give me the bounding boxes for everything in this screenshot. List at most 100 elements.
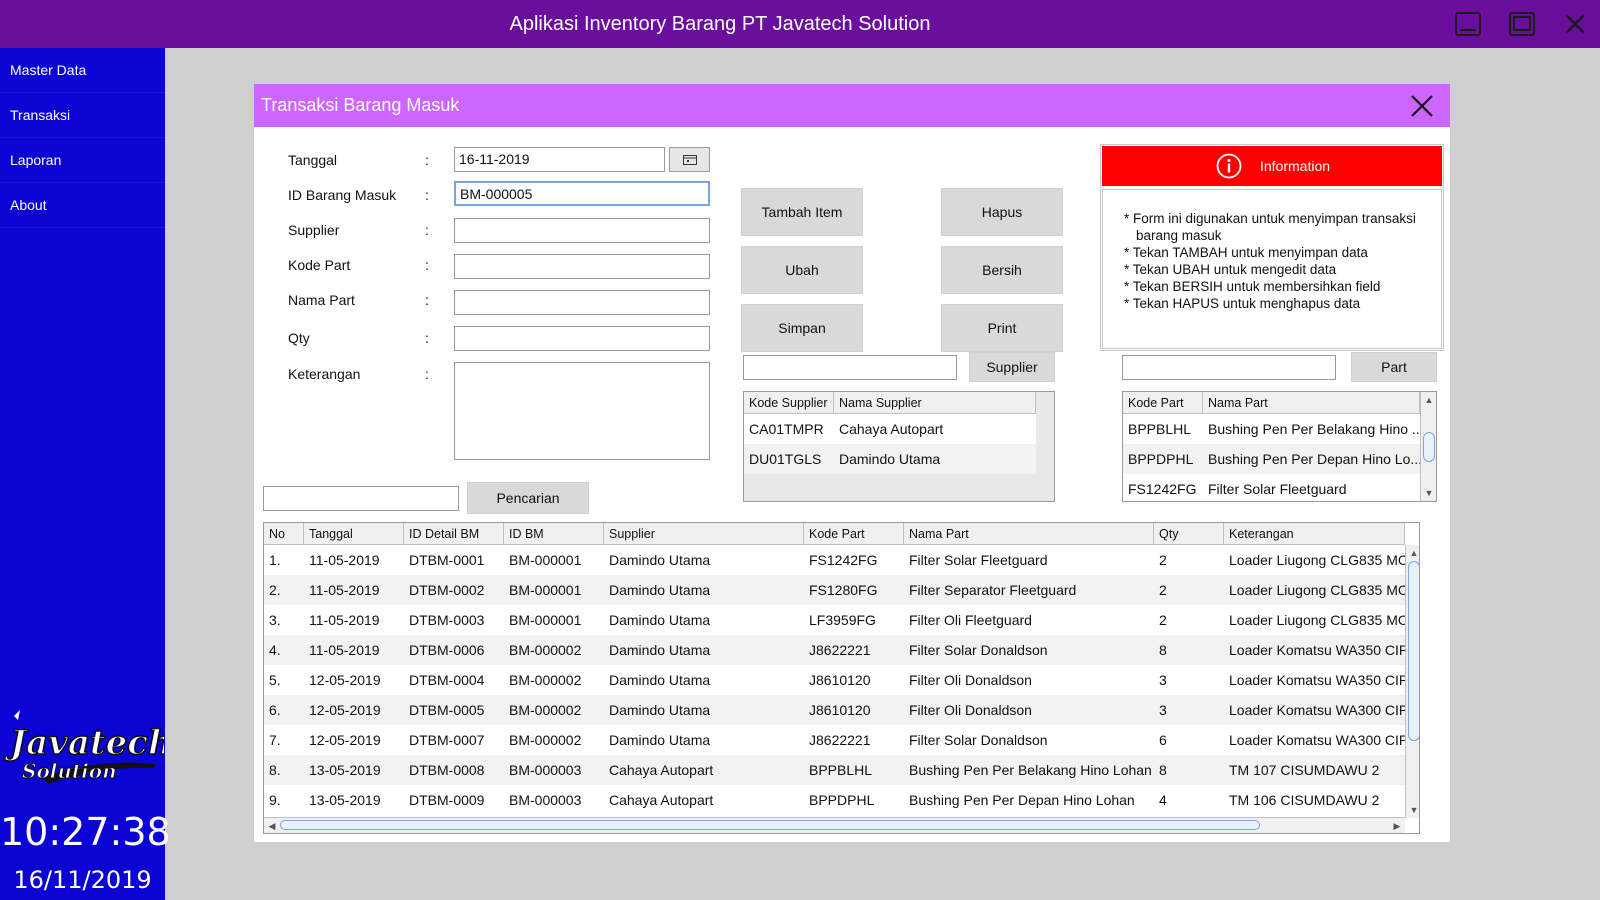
- table-row[interactable]: 3. 11-05-2019 DTBM-0003 BM-000001 Damindo Ut…: [264, 605, 1405, 635]
- table-row[interactable]: FS1242FG Filter Solar Fleetguard: [1123, 474, 1420, 501]
- supplier-field[interactable]: [454, 218, 710, 243]
- supplier-lookup-button[interactable]: Supplier: [969, 352, 1055, 382]
- information-panel: Information * Form ini digunakan untuk m…: [1100, 144, 1444, 351]
- table-cell: J8610120: [809, 672, 871, 688]
- sidebar-item-about[interactable]: About: [0, 183, 165, 228]
- table-cell: BPPBLHL: [809, 762, 873, 778]
- table-cell: Loader Komatsu WA300 CIPANA: [1229, 702, 1405, 718]
- supplier-search-input[interactable]: [743, 355, 957, 380]
- table-row[interactable]: 7. 12-05-2019 DTBM-0007 BM-000002 Damindo Ut…: [264, 725, 1405, 755]
- nama-part-field[interactable]: [454, 290, 710, 315]
- close-icon[interactable]: [1560, 9, 1590, 39]
- table-cell: DTBM-0008: [409, 762, 485, 778]
- table-cell: Bushing Pen Per Depan Hino Lohan: [909, 792, 1135, 808]
- hapus-button[interactable]: Hapus: [941, 188, 1063, 236]
- table-row[interactable]: 9. 13-05-2019 DTBM-0009 BM-000003 Cahaya Aut…: [264, 785, 1405, 815]
- scroll-down-icon[interactable]: ▼: [1406, 802, 1419, 818]
- table-cell: 11-05-2019: [309, 552, 380, 568]
- column-header[interactable]: Nama Part: [1203, 392, 1420, 413]
- table-cell: BM-000003: [509, 762, 582, 778]
- tanggal-field[interactable]: 16-11-2019: [454, 147, 665, 172]
- table-cell: 4.: [269, 642, 281, 658]
- info-line: * Form ini digunakan untuk menyimpan tra…: [1124, 211, 1416, 243]
- table-row[interactable]: 2. 11-05-2019 DTBM-0002 BM-000001 Damindo Ut…: [264, 575, 1405, 605]
- ubah-button[interactable]: Ubah: [741, 246, 863, 294]
- table-cell: Filter Solar Donaldson: [909, 642, 1048, 658]
- scroll-up-icon[interactable]: ▲: [1421, 392, 1436, 408]
- tambah-item-button[interactable]: Tambah Item: [741, 188, 863, 236]
- simpan-button[interactable]: Simpan: [741, 304, 863, 352]
- column-header[interactable]: Supplier: [604, 523, 804, 544]
- scroll-right-icon[interactable]: ▶: [1389, 818, 1405, 833]
- table-cell: Loader Komatsu WA350 CIPANA: [1229, 642, 1405, 658]
- column-header[interactable]: Nama Supplier: [834, 392, 1036, 413]
- keterangan-label: Keterangan: [288, 366, 361, 382]
- kode-part-field[interactable]: [454, 254, 710, 279]
- scrollbar-thumb[interactable]: [1423, 432, 1435, 462]
- column-header[interactable]: Kode Supplier: [744, 392, 834, 413]
- column-header[interactable]: ID BM: [504, 523, 604, 544]
- table-cell: 2: [1159, 612, 1167, 628]
- part-lookup-button[interactable]: Part: [1351, 352, 1437, 382]
- print-button[interactable]: Print: [941, 304, 1063, 352]
- table-row[interactable]: 4. 11-05-2019 DTBM-0006 BM-000002 Damindo Ut…: [264, 635, 1405, 665]
- maximize-icon[interactable]: [1507, 9, 1537, 39]
- table-cell: 12-05-2019: [309, 732, 381, 748]
- table-cell: Filter Solar Donaldson: [909, 732, 1048, 748]
- sidebar-item-laporan[interactable]: Laporan: [0, 138, 165, 183]
- id-colon: :: [425, 187, 429, 203]
- column-header[interactable]: No: [264, 523, 304, 544]
- information-body: * Form ini digunakan untuk menyimpan tra…: [1102, 189, 1442, 349]
- supplier-label: Supplier: [288, 222, 340, 238]
- table-cell: Loader Liugong CLG835 MCC2B: [1229, 552, 1405, 568]
- table-cell: 5.: [269, 672, 281, 688]
- main-table-hscrollbar[interactable]: ◀ ▶: [264, 817, 1405, 833]
- column-header[interactable]: Nama Part: [904, 523, 1154, 544]
- table-cell: Filter Oli Donaldson: [909, 702, 1032, 718]
- info-line: * Tekan HAPUS untuk menghapus data: [1124, 296, 1361, 311]
- table-cell: J8622221: [809, 642, 871, 658]
- table-cell: 4: [1159, 792, 1167, 808]
- dialog-close-icon[interactable]: [1408, 92, 1436, 120]
- table-cell: TM 106 CISUMDAWU 2: [1229, 792, 1380, 808]
- scrollbar-thumb[interactable]: [1408, 561, 1419, 741]
- scroll-left-icon[interactable]: ◀: [264, 818, 280, 833]
- part-table: Kode Part Nama Part BPPBLHL Bushing Pen …: [1122, 391, 1437, 502]
- table-cell: BM-000002: [509, 702, 582, 718]
- column-header[interactable]: Kode Part: [1123, 392, 1203, 413]
- main-table-vscrollbar[interactable]: ▲ ▼: [1405, 545, 1419, 818]
- table-row[interactable]: 8. 13-05-2019 DTBM-0008 BM-000003 Cahaya Aut…: [264, 755, 1405, 785]
- scroll-up-icon[interactable]: ▲: [1406, 545, 1419, 561]
- qty-field[interactable]: [454, 326, 710, 351]
- column-header[interactable]: ID Detail BM: [404, 523, 504, 544]
- javatech-logo: Javatech Solution: [3, 708, 173, 798]
- bersih-button[interactable]: Bersih: [941, 246, 1063, 294]
- column-header[interactable]: Kode Part: [804, 523, 904, 544]
- kode-part-label: Kode Part: [288, 257, 351, 273]
- table-row[interactable]: 5. 12-05-2019 DTBM-0004 BM-000002 Damindo Ut…: [264, 665, 1405, 695]
- sidebar-item-transaksi[interactable]: Transaksi: [0, 93, 165, 138]
- table-row[interactable]: DU01TGLS Damindo Utama: [744, 444, 1036, 474]
- part-search-input[interactable]: [1122, 355, 1336, 380]
- table-row[interactable]: BPPDPHL Bushing Pen Per Depan Hino Lo...: [1123, 444, 1420, 474]
- sidebar-item-master-data[interactable]: Master Data: [0, 48, 165, 93]
- table-row[interactable]: 1. 11-05-2019 DTBM-0001 BM-000001 Damindo Ut…: [264, 545, 1405, 575]
- part-table-scrollbar[interactable]: ▲ ▼: [1420, 392, 1436, 501]
- table-row[interactable]: BPPBLHL Bushing Pen Per Belakang Hino ..…: [1123, 414, 1420, 444]
- column-header[interactable]: Qty: [1154, 523, 1224, 544]
- calendar-icon[interactable]: [669, 147, 710, 172]
- id-barang-masuk-field[interactable]: BM-000005: [454, 181, 710, 206]
- scrollbar-thumb[interactable]: [280, 820, 1260, 830]
- table-cell: BM-000002: [509, 672, 582, 688]
- pencarian-button[interactable]: Pencarian: [467, 482, 589, 514]
- scroll-down-icon[interactable]: ▼: [1421, 485, 1436, 501]
- table-cell: Bushing Pen Per Depan Hino Lo...: [1208, 451, 1420, 467]
- pencarian-input[interactable]: [263, 486, 459, 511]
- table-row[interactable]: CA01TMPR Cahaya Autopart: [744, 414, 1036, 444]
- table-row[interactable]: 6. 12-05-2019 DTBM-0005 BM-000002 Damindo Ut…: [264, 695, 1405, 725]
- table-cell: Damindo Utama: [609, 642, 711, 658]
- column-header[interactable]: Keterangan: [1224, 523, 1405, 544]
- minimize-icon[interactable]: [1453, 9, 1483, 39]
- keterangan-textarea[interactable]: [454, 362, 710, 460]
- column-header[interactable]: Tanggal: [304, 523, 404, 544]
